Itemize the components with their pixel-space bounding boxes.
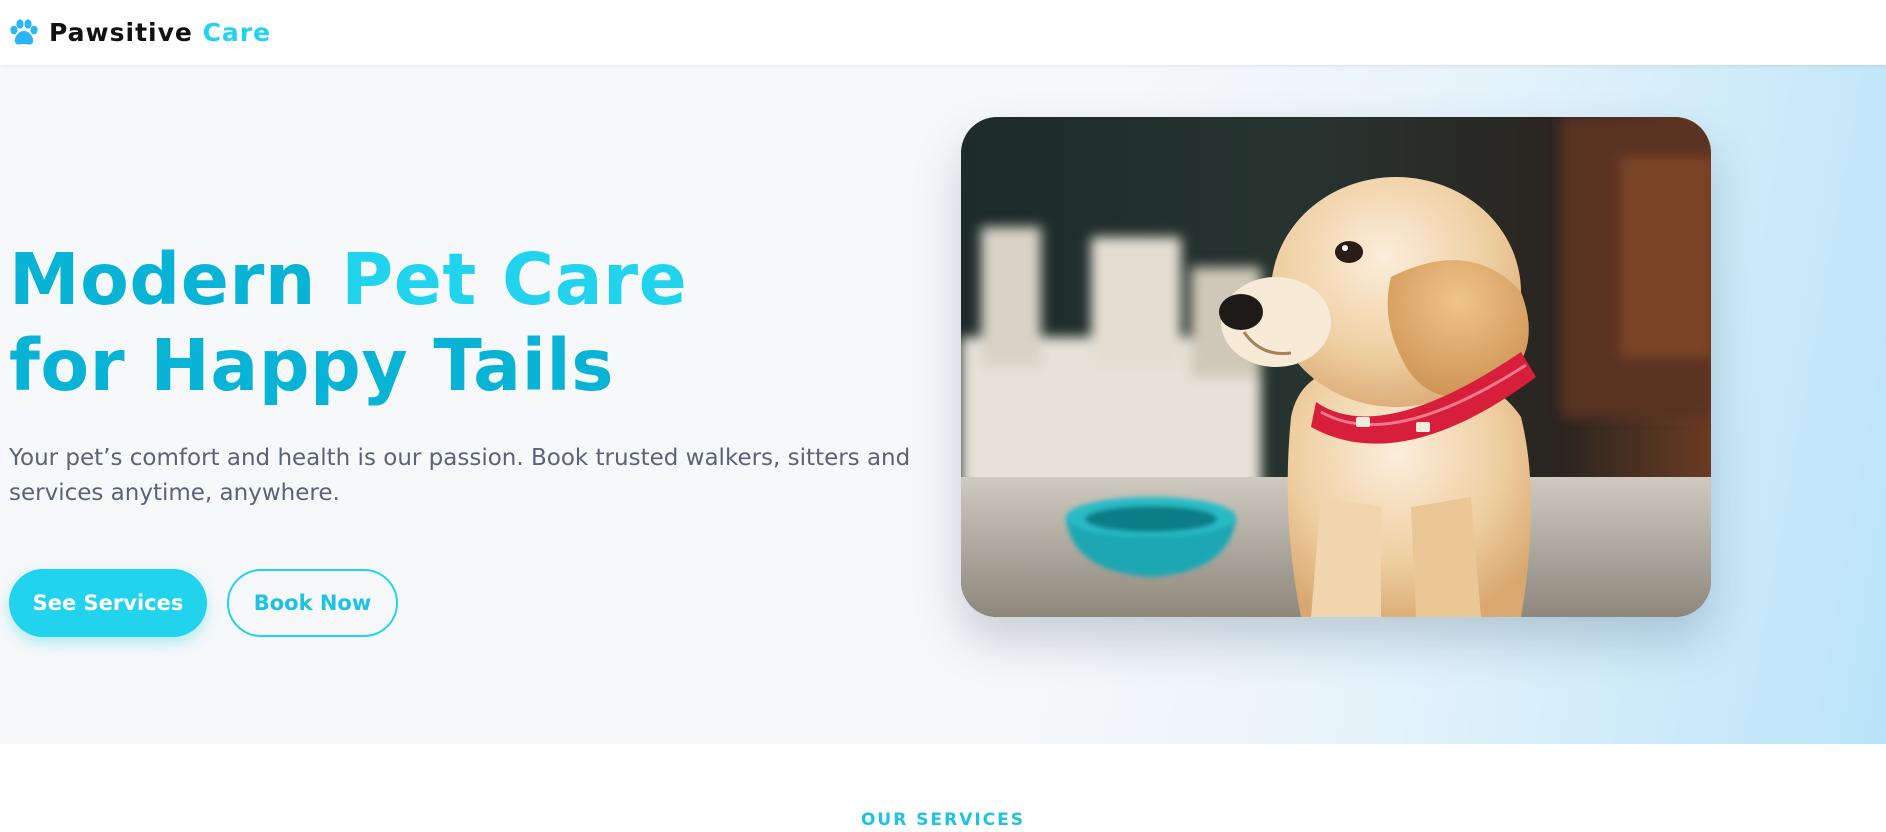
- brand-name-part1: Pawsitive: [49, 18, 193, 47]
- services-section-label: OUR SERVICES: [860, 810, 1026, 830]
- hero-title: Modern Pet Care for Happy Tails: [9, 237, 687, 409]
- hero-title-part1: Modern: [9, 238, 342, 321]
- brand-name: Pawsitive Care: [49, 18, 271, 47]
- book-now-button[interactable]: Book Now: [227, 569, 398, 637]
- brand-logo[interactable]: Pawsitive Care: [9, 18, 271, 47]
- hero-section: Modern Pet Care for Happy Tails Your pet’…: [0, 65, 1886, 744]
- see-services-button[interactable]: See Services: [9, 569, 207, 637]
- brand-name-part2: Care: [202, 18, 272, 47]
- services-section: OUR SERVICES: [0, 744, 1886, 832]
- site-header: Pawsitive Care: [0, 0, 1886, 65]
- hero-title-accent: Pet Care: [341, 238, 688, 321]
- hero-description: Your pet’s comfort and health is our pas…: [9, 445, 911, 506]
- paw-icon: [9, 18, 39, 47]
- hero-title-line2: for Happy Tails: [9, 324, 615, 407]
- puppy-photo: [961, 117, 1711, 617]
